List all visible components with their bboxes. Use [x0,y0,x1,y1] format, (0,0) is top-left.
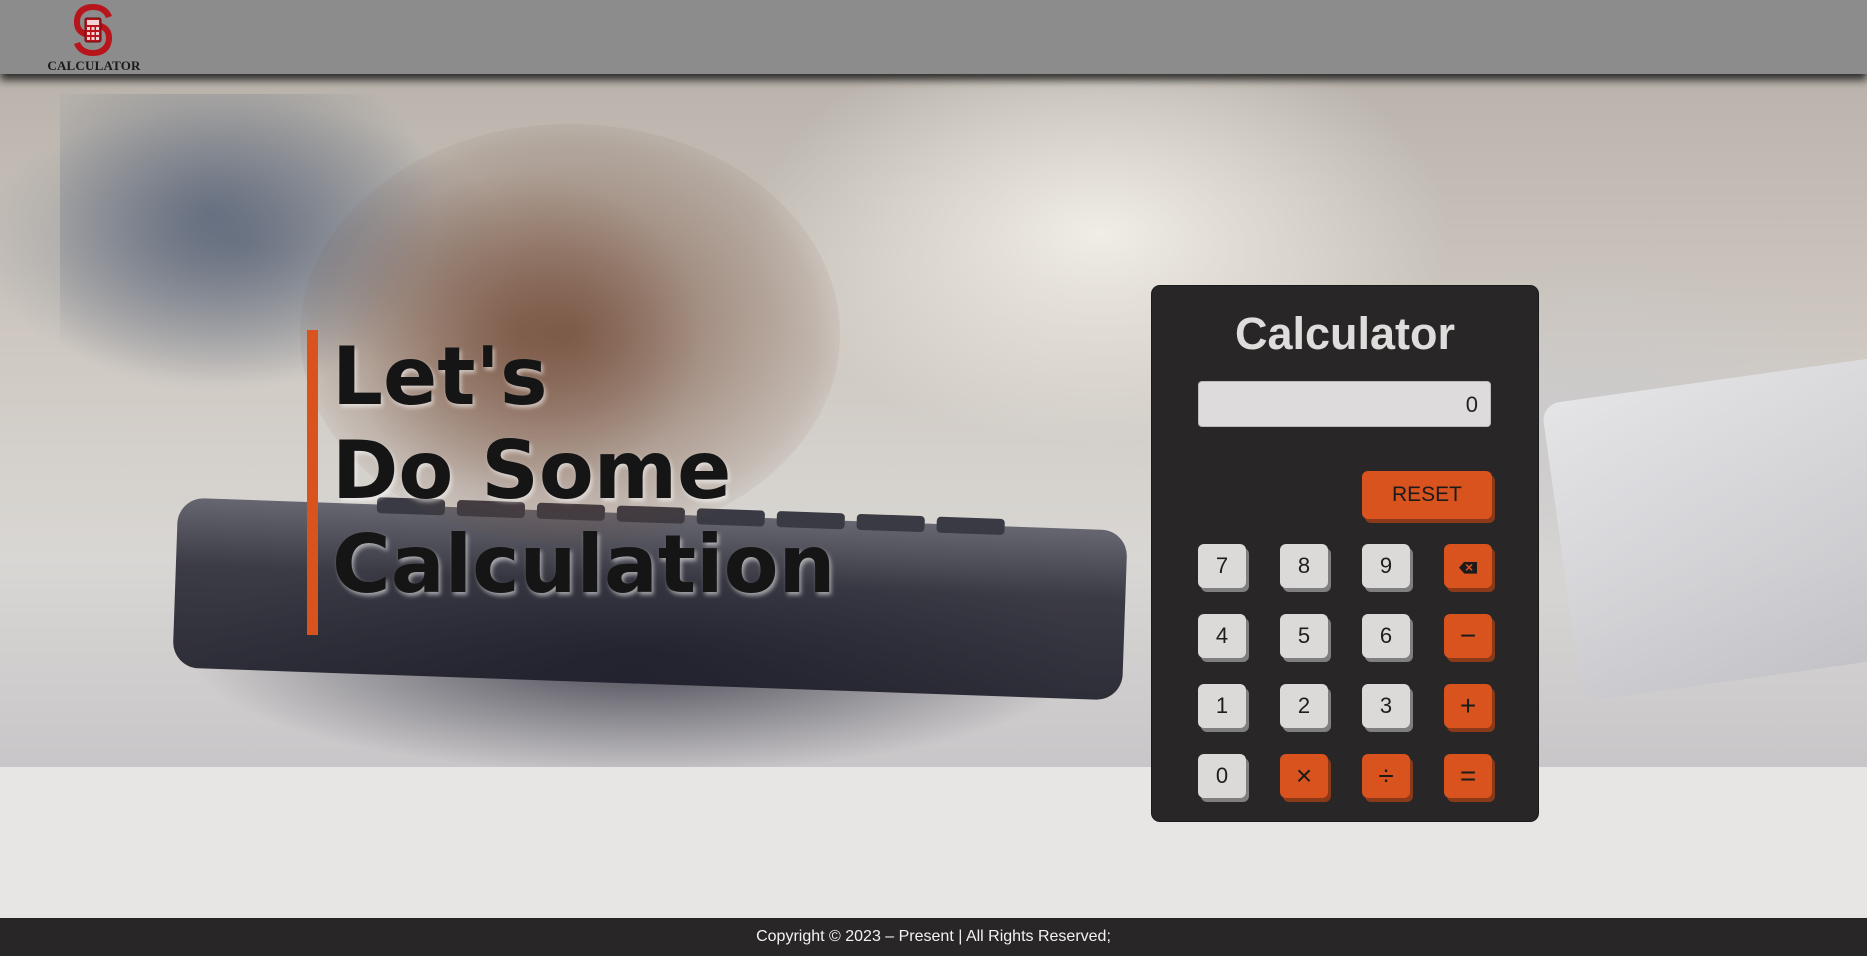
digit-8-button[interactable]: 8 [1280,544,1328,588]
backspace-icon [1459,561,1477,574]
digit-6-button[interactable]: 6 [1362,614,1410,658]
hero-banner [0,74,1867,767]
site-footer: Copyright © 2023 – Present | All Rights … [0,918,1867,956]
digit-5-button[interactable]: 5 [1280,614,1328,658]
calculator-display: 0 [1198,381,1491,427]
digit-1-button[interactable]: 1 [1198,684,1246,728]
digit-0-button[interactable]: 0 [1198,754,1246,798]
calculator-logo-icon [74,4,112,56]
equals-button[interactable]: = [1444,754,1492,798]
reset-button[interactable]: RESET [1362,471,1492,519]
site-header: CALCULATOR [0,0,1867,74]
divide-button[interactable]: ÷ [1362,754,1410,798]
digit-7-button[interactable]: 7 [1198,544,1246,588]
hero-heading-line-1: Let's [332,330,548,423]
digit-3-button[interactable]: 3 [1362,684,1410,728]
hero-heading-line-3: Calculation [332,518,836,611]
digit-9-button[interactable]: 9 [1362,544,1410,588]
site-logo[interactable]: CALCULATOR [40,0,146,74]
plus-button[interactable]: + [1444,684,1492,728]
calculator-panel: Calculator 0 RESET 7 8 9 4 5 6 − 1 2 3 +… [1152,286,1538,821]
digit-2-button[interactable]: 2 [1280,684,1328,728]
hero-heading: Let's Do Some Calculation [307,330,835,635]
hero-heading-line-2: Do Some [332,424,732,517]
backspace-button[interactable] [1444,544,1492,588]
footer-copyright: Copyright © 2023 – Present | All Rights … [756,928,1111,945]
calculator-title: Calculator [1234,308,1456,359]
logo-text: CALCULATOR [47,58,141,73]
digit-4-button[interactable]: 4 [1198,614,1246,658]
multiply-button[interactable]: × [1280,754,1328,798]
hero-photo-laptop [1541,346,1867,702]
minus-button[interactable]: − [1444,614,1492,658]
